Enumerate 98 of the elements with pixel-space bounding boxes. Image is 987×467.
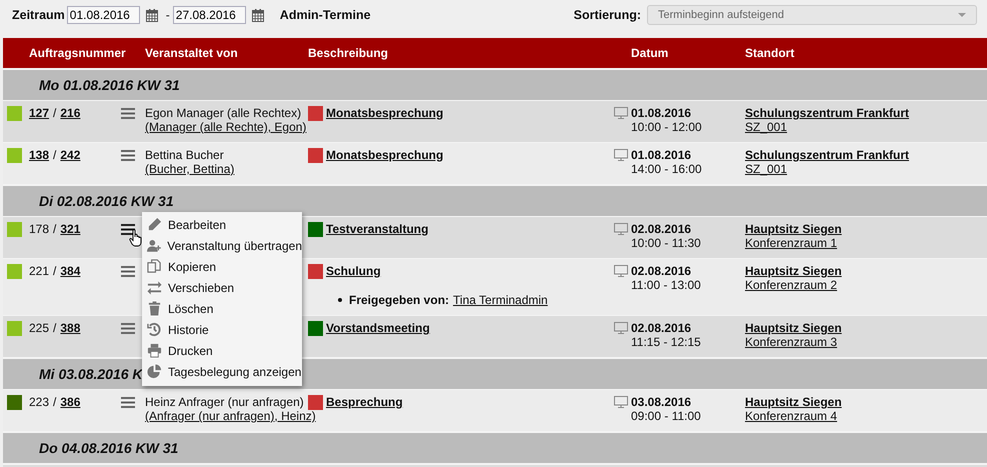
order-number: 178 (29, 222, 50, 236)
organizer-name: Egon Manager (alle Rechtex) (145, 106, 302, 120)
event-date: 02.08.2016 (631, 264, 692, 278)
event-time: 11:00 - 13:00 (630, 278, 701, 292)
context-menu-item[interactable]: Tagesbelegung anzeigen (142, 361, 302, 382)
bullet-icon (338, 298, 342, 302)
event-time: 14:00 - 16:00 (630, 162, 702, 176)
column-header: Veranstaltet von (145, 46, 239, 60)
printer-icon (147, 343, 162, 358)
monitor-icon (614, 107, 628, 119)
location-link[interactable]: Schulungszentrum Frankfurt (745, 148, 910, 162)
event-date: 01.08.2016 (631, 148, 692, 162)
day-title: Mo 01.08.2016 KW 31 (39, 77, 180, 93)
range-separator: - (166, 7, 170, 24)
room-link[interactable]: SZ_001 (745, 162, 788, 176)
number-separator: / (53, 106, 56, 120)
sub-number-link[interactable]: 386 (60, 395, 80, 409)
column-header: Auftragsnummer (28, 46, 127, 60)
organizer-name: Bettina Bucher (145, 148, 224, 162)
monitor-icon (614, 149, 628, 161)
trash-icon (147, 301, 162, 316)
sub-number-link[interactable]: 384 (60, 264, 80, 278)
monitor-icon (614, 223, 628, 235)
context-menu-item[interactable]: Historie (142, 319, 302, 340)
sub-number-link[interactable]: 242 (60, 148, 80, 162)
sort-label: Sortierung: (574, 7, 641, 24)
copy-icon (147, 259, 162, 274)
column-header: Datum (630, 46, 670, 60)
calendar-icon[interactable] (252, 9, 264, 22)
organizer-name: Heinz Anfrager (nur anfragen) (145, 395, 304, 409)
room-link[interactable]: Konferenzraum 1 (745, 236, 838, 250)
event-time: 10:00 - 12:00 (630, 120, 702, 134)
sub-number-link[interactable]: 388 (60, 321, 80, 335)
calendar-icon[interactable] (146, 9, 158, 22)
history-icon (147, 322, 162, 337)
note-label: Freigegeben von: (349, 293, 450, 307)
location-link[interactable]: Hauptsitz Siegen (745, 395, 842, 409)
context-menu-item[interactable]: Veranstaltung übertragen (142, 235, 302, 256)
event-date: 02.08.2016 (631, 321, 692, 335)
event-time: 10:00 - 11:30 (630, 236, 701, 250)
number-separator: / (53, 264, 56, 278)
event-title-link[interactable]: Monatsbesprechung (326, 106, 444, 121)
room-link[interactable]: Konferenzraum 2 (745, 278, 838, 292)
event-time: 09:00 - 11:00 (630, 409, 701, 423)
from-date-field[interactable]: 01.08.2016 (66, 6, 140, 24)
sort-dropdown[interactable]: Terminbeginn aufsteigend (647, 5, 977, 25)
day-title: Mi 03.08.2016 K (39, 366, 143, 382)
sub-number-link[interactable]: 321 (60, 222, 80, 236)
day-title: Do 04.08.2016 KW 31 (39, 440, 178, 456)
period-label: Zeitraum (12, 7, 65, 24)
user-plus-icon (147, 238, 162, 253)
event-time: 11:15 - 12:15 (630, 335, 701, 349)
number-separator: / (53, 148, 56, 162)
event-title-link[interactable]: Vorstandsmeeting (326, 321, 430, 336)
order-number: 225 (29, 321, 50, 335)
approver-link[interactable]: Tina Terminadmin (453, 293, 548, 307)
column-header: Beschreibung (308, 46, 390, 60)
organizer-link[interactable]: (Manager (alle Rechte), Egon) (145, 120, 306, 134)
event-title-link[interactable]: Monatsbesprechung (326, 148, 444, 163)
pie-chart-icon (147, 364, 162, 379)
order-number: 223 (29, 395, 50, 409)
context-menu-item[interactable]: Verschieben (142, 277, 302, 298)
view-title: Admin-Termine (280, 7, 371, 24)
menu-icon[interactable] (121, 224, 135, 235)
event-date: 02.08.2016 (631, 222, 692, 236)
organizer-link[interactable]: (Bucher, Bettina) (145, 162, 234, 176)
location-link[interactable]: Hauptsitz Siegen (745, 264, 842, 278)
number-separator: / (53, 395, 56, 409)
monitor-icon (614, 265, 628, 277)
monitor-icon (614, 322, 628, 334)
context-menu-item[interactable]: Löschen (142, 298, 302, 319)
context-menu-item[interactable]: Bearbeiten (142, 214, 302, 235)
location-link[interactable]: Hauptsitz Siegen (745, 222, 842, 236)
organizer-link[interactable]: (Anfrager (nur anfragen), Heinz) (145, 409, 316, 423)
number-separator: / (53, 222, 56, 236)
column-header: Standort (745, 46, 796, 60)
event-title-link[interactable]: Testveranstaltung (326, 222, 428, 237)
to-date-field[interactable]: 27.08.2016 (172, 6, 246, 24)
swap-arrows-icon (147, 280, 162, 295)
order-number: 221 (29, 264, 50, 278)
monitor-icon (614, 396, 628, 408)
caret-icon (958, 13, 966, 17)
sub-number-link[interactable]: 216 (60, 106, 80, 120)
event-date: 03.08.2016 (631, 395, 692, 409)
location-link[interactable]: Hauptsitz Siegen (745, 321, 842, 335)
event-title-link[interactable]: Besprechung (326, 395, 403, 410)
order-number-link[interactable]: 138 (29, 148, 50, 162)
event-title-link[interactable]: Schulung (326, 264, 381, 279)
room-link[interactable]: Konferenzraum 4 (745, 409, 838, 423)
room-link[interactable]: Konferenzraum 3 (745, 335, 838, 349)
day-title: Di 02.08.2016 KW 31 (39, 193, 174, 209)
context-menu-item[interactable]: Kopieren (142, 256, 302, 277)
context-menu-item[interactable]: Drucken (142, 340, 302, 361)
order-number-link[interactable]: 127 (29, 106, 50, 120)
location-link[interactable]: Schulungszentrum Frankfurt (745, 106, 910, 120)
event-date: 01.08.2016 (631, 106, 692, 120)
number-separator: / (53, 321, 56, 335)
room-link[interactable]: SZ_001 (745, 120, 788, 134)
